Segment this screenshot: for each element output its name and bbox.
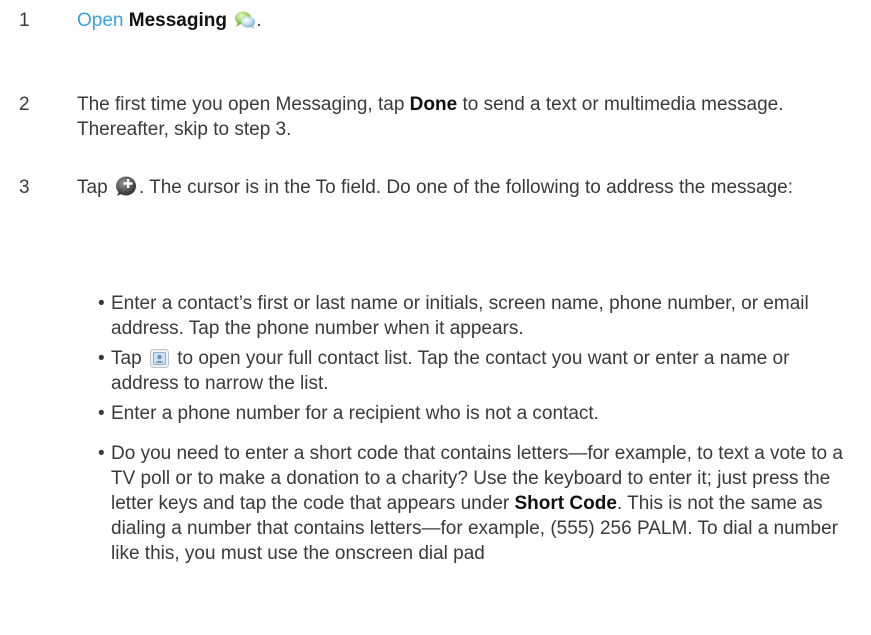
step-number: 2 [19,94,30,115]
app-name-messaging: Messaging [128,10,227,31]
contacts-icon[interactable] [149,349,169,368]
step-text-after: . The cursor is in the To field. Do one … [138,177,794,198]
step-text-before: The first time you open Messaging, tap [77,94,410,115]
step-number: 3 [19,177,30,198]
done-keyword: Done [409,94,458,115]
bullet-text: Tap to open your full contact list. Tap … [98,346,843,396]
step-end: . [256,10,262,31]
step-number: 1 [19,10,30,31]
step-text: The first time you open Messaging, tap D… [77,92,847,142]
open-link[interactable]: Open [77,10,123,31]
step-text-before: Tap [77,177,113,198]
bullet-dot: • [98,293,105,314]
bullet-text-after: to open your full contact list. Tap the … [111,348,790,394]
bullet-text: Enter a phone number for a recipient who… [111,403,599,424]
step-text: Open Messaging . [77,8,847,33]
new-message-icon[interactable] [115,175,137,197]
bullet-text: Enter a contact’s first or last name or … [111,293,809,339]
short-code-keyword: Short Code [514,493,617,514]
step-text: Tap . The cursor is in the To field. Do … [77,175,847,200]
messaging-app-icon[interactable] [234,10,256,30]
bullet-dot: • [98,403,105,424]
bullet-dot: • [98,348,105,369]
bullet-text: Do you need to enter a short code that c… [98,441,843,566]
bullet-text-before: Tap [111,348,147,369]
bullet-dot: • [98,443,105,464]
